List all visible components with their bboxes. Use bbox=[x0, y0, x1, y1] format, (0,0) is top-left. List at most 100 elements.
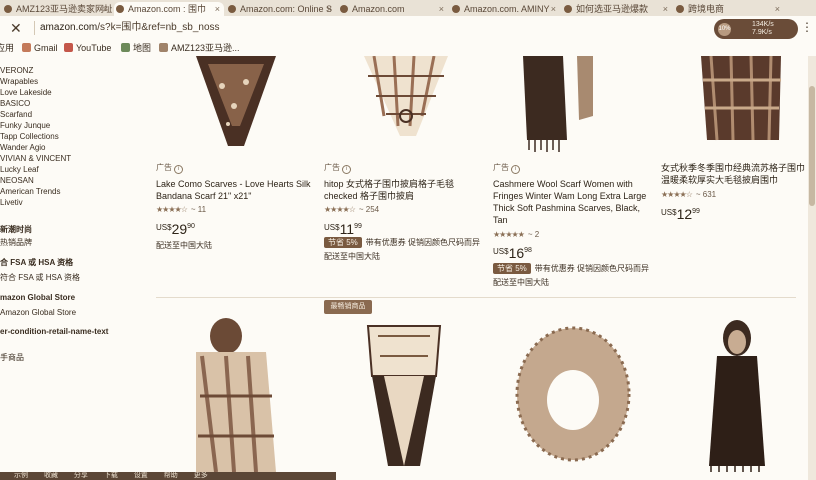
brand-filter-link[interactable]: Scarfand bbox=[0, 110, 32, 119]
tab-crossborder[interactable]: 跨境电商 × bbox=[674, 2, 784, 16]
info-icon[interactable]: i bbox=[174, 165, 183, 174]
product-price[interactable]: US$1698 bbox=[493, 245, 532, 263]
tab-amazon-aminy[interactable]: Amazon.com. AMINY × bbox=[450, 2, 560, 16]
network-speed-extension[interactable]: 10% 134K/s 7.9K/s bbox=[714, 19, 798, 39]
toolbar-item[interactable]: 更多 bbox=[194, 472, 208, 480]
stop-loading-icon[interactable]: ✕ bbox=[10, 20, 22, 37]
bookmark-youtube[interactable]: YouTube bbox=[64, 40, 111, 56]
brand-filter-link[interactable]: NEOSAN bbox=[0, 176, 34, 185]
star-rating[interactable]: ★★★★☆ ~ 11 bbox=[156, 205, 206, 214]
scrollbar-thumb[interactable] bbox=[809, 86, 815, 206]
close-icon[interactable]: × bbox=[215, 2, 220, 16]
brand-filter-link[interactable]: Funky Junque bbox=[0, 121, 50, 130]
sponsored-label: 广告 i bbox=[493, 162, 520, 174]
brand-filter-link[interactable]: American Trends bbox=[0, 187, 60, 196]
info-icon[interactable]: i bbox=[511, 165, 520, 174]
product-image[interactable] bbox=[156, 56, 316, 156]
star-rating[interactable]: ★★★★☆ ~ 254 bbox=[324, 205, 379, 214]
bookmark-label: YouTube bbox=[76, 43, 112, 53]
brand-filter-link[interactable]: VIVIAN & VINCENT bbox=[0, 154, 71, 163]
product-title[interactable]: hitop 女式格子围巾披肩格子毛毯 checked 格子围巾披肩 bbox=[324, 178, 484, 202]
price-whole: 16 bbox=[508, 245, 525, 261]
toolbar-item[interactable]: 下载 bbox=[104, 472, 118, 480]
favicon-icon bbox=[452, 5, 460, 13]
tab-label: Amazon.com : 围巾 bbox=[128, 4, 207, 14]
rating-count[interactable]: ~ 11 bbox=[191, 205, 206, 214]
tab-amz123[interactable]: AMZ123亚马逊卖家网址导航× bbox=[2, 2, 112, 16]
toolbar-item[interactable]: 帮助 bbox=[164, 472, 178, 480]
product-image[interactable] bbox=[156, 316, 316, 472]
page-scrollbar[interactable] bbox=[808, 56, 816, 480]
product-image[interactable] bbox=[661, 56, 816, 156]
deal-badge: 节省 5% bbox=[493, 263, 531, 274]
tab-bestseller-guide[interactable]: 如何选亚马逊爆款 × bbox=[562, 2, 672, 16]
brand-filter-link[interactable]: Tapp Collections bbox=[0, 132, 59, 141]
rating-count[interactable]: ~ 254 bbox=[359, 205, 379, 214]
bookmark-amz123[interactable]: AMZ123亚马逊... bbox=[159, 40, 240, 56]
stars-icon: ★★★★☆ bbox=[661, 190, 693, 199]
bookmark-maps[interactable]: 地图 bbox=[121, 40, 151, 56]
product-price[interactable]: US$1299 bbox=[661, 206, 700, 224]
bookmark-gmail[interactable]: Gmail bbox=[22, 40, 58, 56]
tab-amazon[interactable]: Amazon.com × bbox=[338, 2, 448, 16]
product-image[interactable] bbox=[661, 316, 801, 472]
price-fraction: 98 bbox=[524, 247, 532, 254]
price-fraction: 90 bbox=[187, 223, 195, 230]
filter-link[interactable]: 手商品 bbox=[0, 352, 24, 363]
info-icon[interactable]: i bbox=[342, 165, 351, 174]
bookmark-label: Gmail bbox=[34, 43, 58, 53]
coupon-deal[interactable]: 节省 5% 带有优惠券 促销因颜色尺码而异 bbox=[324, 237, 480, 248]
tab-label: Amazon.com bbox=[352, 4, 405, 14]
bookmark-apps[interactable]: 应用 bbox=[0, 40, 14, 56]
close-icon[interactable]: × bbox=[439, 2, 444, 16]
product-title[interactable]: Lake Como Scarves - Love Hearts Silk Ban… bbox=[156, 178, 316, 202]
brand-filter-link[interactable]: Livetiv bbox=[0, 198, 23, 207]
brand-filter-link[interactable]: Love Lakeside bbox=[0, 88, 52, 97]
close-icon[interactable]: × bbox=[103, 2, 108, 16]
toolbar-item[interactable]: 收藏 bbox=[44, 472, 58, 480]
coupon-deal[interactable]: 节省 5% 带有优惠券 促销因颜色尺码而异 bbox=[493, 263, 649, 274]
product-title[interactable]: Cashmere Wool Scarf Women with Fringes W… bbox=[493, 178, 653, 226]
close-icon[interactable]: × bbox=[327, 2, 332, 16]
brand-filter-link[interactable]: Wander Agio bbox=[0, 143, 46, 152]
product-image[interactable] bbox=[493, 56, 653, 156]
tab-amazon-scarves[interactable]: Amazon.com : 围巾 × bbox=[114, 2, 224, 16]
toolbar-item[interactable]: 分享 bbox=[74, 472, 88, 480]
filter-link[interactable]: Amazon Global Store bbox=[0, 308, 76, 317]
toolbar-item[interactable]: 示例 bbox=[14, 472, 28, 480]
brand-filter-link[interactable]: Wrapables bbox=[0, 77, 38, 86]
amz-icon bbox=[159, 43, 168, 52]
favicon-icon bbox=[228, 5, 236, 13]
price-fraction: 99 bbox=[354, 223, 362, 230]
maps-icon bbox=[121, 43, 130, 52]
price-currency: US$ bbox=[156, 223, 172, 232]
brand-filter-link[interactable]: Lucky Leaf bbox=[0, 165, 39, 174]
star-rating[interactable]: ★★★★★ ~ 2 bbox=[493, 230, 539, 239]
product-price[interactable]: US$2990 bbox=[156, 221, 195, 239]
brand-filter-link[interactable]: BASICO bbox=[0, 99, 30, 108]
product-image[interactable] bbox=[493, 316, 653, 472]
url-field[interactable]: amazon.com/s?k=围巾&ref=nb_sb_noss bbox=[40, 20, 680, 36]
price-whole: 29 bbox=[171, 221, 188, 237]
rating-count[interactable]: ~ 2 bbox=[528, 230, 539, 239]
product-image[interactable] bbox=[324, 316, 484, 472]
toolbar-item[interactable]: 设置 bbox=[134, 472, 148, 480]
filter-link[interactable]: 热销品牌 bbox=[0, 237, 32, 248]
browser-menu-icon[interactable]: ⋮ bbox=[801, 20, 813, 34]
url-path: /s?k=围巾&ref=nb_sb_noss bbox=[97, 22, 220, 33]
rating-count[interactable]: ~ 631 bbox=[696, 190, 716, 199]
tab-amazon-online[interactable]: Amazon.com: Online S × bbox=[226, 2, 336, 16]
brand-filter-link[interactable]: VERONZ bbox=[0, 66, 33, 75]
close-icon[interactable]: × bbox=[775, 2, 780, 16]
star-rating[interactable]: ★★★★☆ ~ 631 bbox=[661, 190, 716, 199]
product-title[interactable]: 女式秋季冬季围巾经典流苏格子围巾温暖柔软厚实大毛毯披肩围巾 bbox=[661, 162, 811, 186]
sponsored-label: 广告 i bbox=[156, 162, 183, 174]
close-icon[interactable]: × bbox=[663, 2, 668, 16]
filter-link[interactable]: 符合 FSA 或 HSA 资格 bbox=[0, 272, 80, 283]
product-image[interactable] bbox=[324, 56, 484, 156]
sponsored-text: 广告 bbox=[493, 163, 509, 172]
gmail-icon bbox=[22, 43, 31, 52]
sponsored-text: 广告 bbox=[324, 163, 340, 172]
close-icon[interactable]: × bbox=[551, 2, 556, 16]
bookmark-label: 应用 bbox=[0, 43, 15, 53]
